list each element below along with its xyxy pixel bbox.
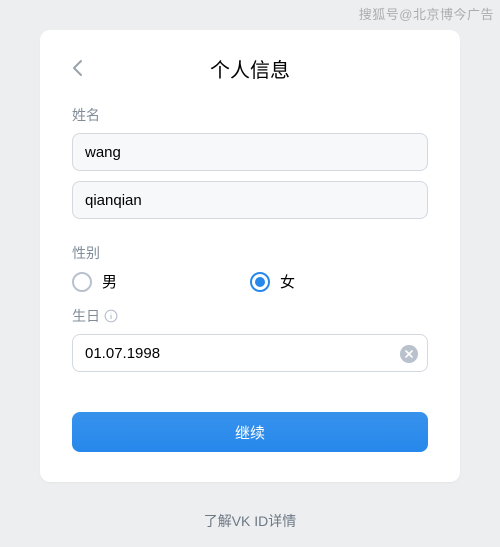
name-label: 姓名 bbox=[72, 105, 428, 125]
radio-icon bbox=[72, 272, 92, 292]
last-name-input[interactable] bbox=[72, 181, 428, 219]
gender-group: 性别 男 女 bbox=[72, 243, 428, 292]
radio-female[interactable]: 女 bbox=[250, 271, 428, 292]
name-group: 姓名 bbox=[72, 105, 428, 229]
birthday-input-wrap bbox=[72, 334, 428, 382]
first-name-input[interactable] bbox=[72, 133, 428, 171]
gender-radios: 男 女 bbox=[72, 271, 428, 292]
birthday-label: 生日 bbox=[72, 306, 428, 326]
back-icon[interactable] bbox=[66, 56, 90, 80]
gender-label: 性别 bbox=[72, 243, 428, 263]
birthday-label-text: 生日 bbox=[72, 306, 100, 326]
page-title: 个人信息 bbox=[72, 54, 428, 83]
clear-icon[interactable] bbox=[400, 345, 418, 363]
birthday-input[interactable] bbox=[72, 334, 428, 372]
birthday-group: 生日 bbox=[72, 306, 428, 382]
radio-male[interactable]: 男 bbox=[72, 271, 250, 292]
radio-female-label: 女 bbox=[280, 271, 295, 292]
watermark-text: 搜狐号@北京博今广告 bbox=[359, 4, 494, 23]
personal-info-card: 个人信息 姓名 性别 男 女 生日 bbox=[40, 30, 460, 482]
card-header: 个人信息 bbox=[72, 54, 428, 83]
info-icon[interactable] bbox=[104, 309, 118, 323]
continue-button[interactable]: 继续 bbox=[72, 412, 428, 452]
radio-male-label: 男 bbox=[102, 271, 117, 292]
learn-more-link[interactable]: 了解VK ID详情 bbox=[0, 511, 500, 531]
radio-icon bbox=[250, 272, 270, 292]
